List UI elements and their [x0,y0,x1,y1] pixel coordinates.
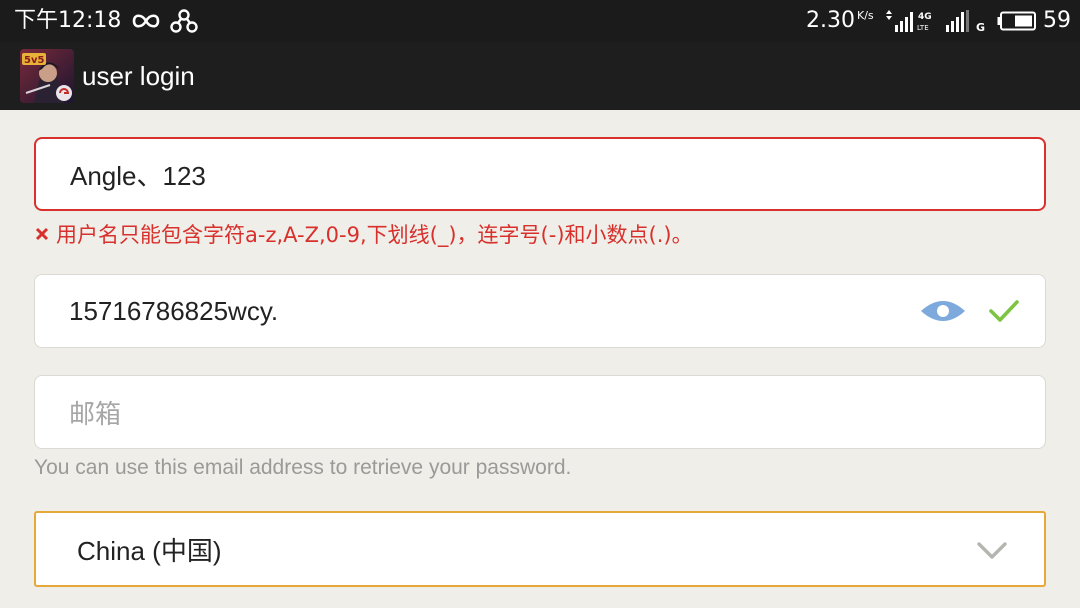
username-input[interactable]: Angle、123 [70,139,930,209]
error-text: 用户名只能包含字符a-z,A-Z,0-9,下划线(_)，连字号(-)和小数点(.… [56,223,693,247]
error-x-icon [35,227,49,241]
eye-icon[interactable] [919,293,967,329]
country-selected-value: China (中国) [77,535,222,566]
email-helper-text: You can use this email address to retrie… [34,456,572,479]
password-field[interactable]: 15716786825wcy. [34,274,1046,348]
country-select[interactable]: China (中国) [34,511,1046,587]
svg-text:5v5: 5v5 [24,55,44,66]
signal-g-icon: G [946,10,985,34]
battery-level: 59 [1043,8,1071,33]
status-bar: 下午12:18 2.30 K/s 4G LTE G 59 [0,0,1080,42]
svg-text:LTE: LTE [917,24,929,32]
check-icon [989,300,1019,322]
app-bar: 5v5 user login [0,42,1080,110]
email-field[interactable]: 邮箱 [34,375,1046,449]
net-speed-unit: K/s [857,9,874,22]
game-app-icon: 5v5 [20,49,74,103]
chevron-down-icon[interactable] [976,540,1008,562]
infinity-icon [132,14,160,28]
email-input[interactable]: 邮箱 [69,376,929,448]
signal-4g-icon: 4G LTE [886,10,932,32]
clock: 下午12:18 [14,8,122,33]
net-speed: 2.30 [806,8,855,33]
username-error-message: 用户名只能包含字符a-z,A-Z,0-9,下划线(_)，连字号(-)和小数点(.… [34,218,693,250]
nodes-icon [170,9,198,33]
page-title: user login [82,61,195,91]
username-field[interactable]: Angle、123 [34,137,1046,211]
password-input[interactable]: 15716786825wcy. [69,275,929,347]
svg-text:G: G [976,21,985,34]
svg-text:4G: 4G [918,12,932,22]
battery-icon [997,11,1036,31]
